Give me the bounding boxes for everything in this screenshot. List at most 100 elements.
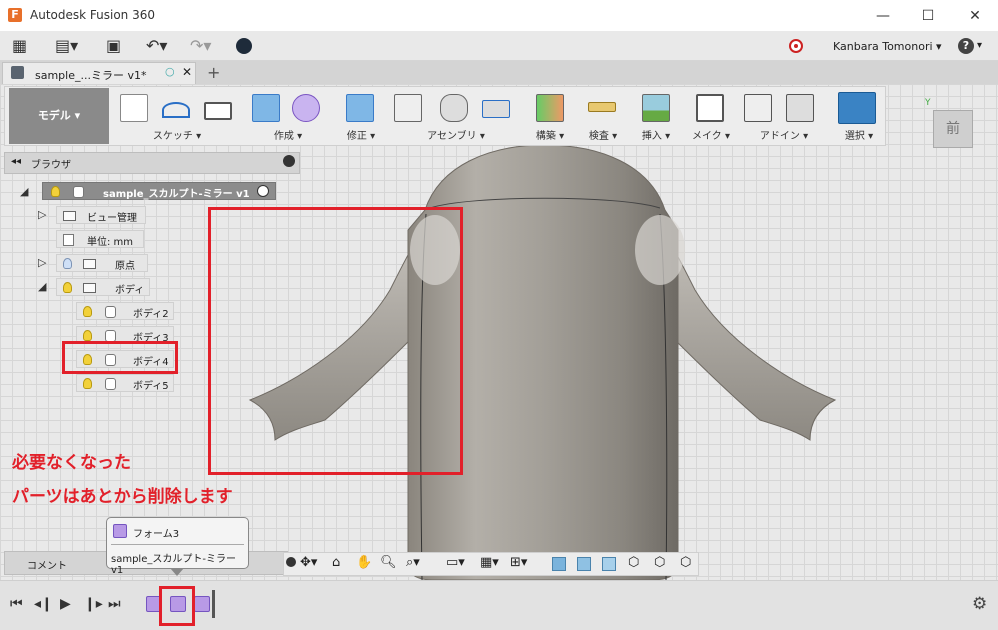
root-expand-icon[interactable]: ◢ (20, 185, 28, 198)
timeline-start-icon[interactable]: ⏮ (10, 596, 23, 612)
app-store-icon[interactable] (786, 94, 814, 122)
assemble-group[interactable]: アセンブリ ▾ (390, 88, 522, 144)
root-component-node[interactable]: sample_スカルプト-ミラー v1 (42, 182, 276, 200)
body-item[interactable]: ボディ5 (76, 374, 174, 392)
as-built-joint-icon[interactable] (482, 100, 510, 118)
add-comment-icon[interactable] (286, 557, 296, 567)
record-icon[interactable] (789, 39, 803, 53)
look-at-icon[interactable]: ⌂ (332, 555, 340, 570)
bodies-label: ボディ (115, 285, 145, 296)
help-dropdown-icon[interactable]: ▾ (977, 40, 982, 51)
bodies-folder-node[interactable]: ボディ (56, 278, 150, 296)
select-group[interactable]: 選択 ▾ (834, 88, 884, 144)
timeline-settings-gear-icon[interactable]: ⚙ (972, 594, 987, 614)
pan-hand-icon[interactable]: ✋ (356, 555, 372, 570)
grid-settings-icon[interactable]: ▦▾ (480, 555, 499, 570)
save-icon[interactable]: ▣ (106, 36, 121, 56)
minimize-button[interactable]: — (868, 6, 898, 26)
collapse-bodies-icon[interactable]: ◢ (38, 280, 46, 293)
units-label: 単位: mm (87, 237, 134, 248)
make-group[interactable]: メイク ▾ (686, 88, 736, 144)
timeline-form-feature-icon[interactable] (194, 596, 210, 612)
help-icon[interactable]: ? (958, 38, 974, 54)
new-tab-button[interactable]: + (207, 63, 220, 82)
window-title: Autodesk Fusion 360 (30, 8, 155, 22)
user-account-menu[interactable]: Kanbara Tomonori ▾ (833, 40, 942, 53)
modify-group[interactable]: 修正 ▾ (338, 88, 384, 144)
cube-outline-icon[interactable]: ⬡ (680, 555, 691, 570)
joint-icon[interactable] (440, 94, 468, 122)
undo-icon[interactable]: ↶▾ (146, 36, 167, 56)
body-item[interactable]: ボディ2 (76, 302, 174, 320)
smooth-display-icon[interactable] (577, 557, 591, 571)
visibility-bulb-off-icon[interactable] (63, 258, 72, 269)
activate-radio-icon[interactable] (257, 185, 269, 197)
cube-wire-icon[interactable]: ⬡ (654, 555, 665, 570)
offset-plane-icon[interactable] (536, 94, 564, 122)
online-status-icon[interactable] (236, 38, 252, 54)
orbit-icon[interactable]: ✥▾ (300, 555, 317, 570)
measure-icon[interactable] (588, 102, 616, 112)
expand-origin-icon[interactable]: ▷ (38, 256, 46, 269)
form-create-icon[interactable] (292, 94, 320, 122)
construct-label: 構築 ▾ (535, 131, 565, 142)
folder-icon (83, 283, 96, 293)
timeline-marker[interactable] (212, 590, 215, 618)
visibility-bulb-icon[interactable] (63, 282, 72, 293)
view-management-node[interactable]: ビュー管理 (56, 206, 146, 224)
fit-zoom-icon[interactable]: ⌕▾ (406, 555, 420, 570)
body-icon (105, 306, 116, 318)
make-label: メイク ▾ (692, 131, 730, 142)
select-label: 選択 ▾ (844, 131, 874, 142)
timeline-next-icon[interactable]: ❙▸ (84, 596, 103, 612)
3d-print-icon[interactable] (696, 94, 724, 122)
browser-minimize-icon[interactable] (283, 155, 295, 167)
document-tab[interactable]: sample_...ミラー v1* ○ ✕ (2, 62, 196, 84)
insert-group[interactable]: 挿入 ▾ (634, 88, 678, 144)
file-menu-icon[interactable]: ▤▾ (55, 36, 78, 56)
maximize-button[interactable]: ☐ (913, 6, 943, 26)
data-panel-grid-icon[interactable]: ▦ (12, 36, 27, 56)
press-pull-icon[interactable] (346, 94, 374, 122)
timeline-play-icon[interactable]: ▶ (60, 596, 71, 612)
construct-group[interactable]: 構築 ▾ (528, 88, 572, 144)
inspect-group[interactable]: 検査 ▾ (580, 88, 626, 144)
collapse-browser-icon[interactable]: ◂◂ (11, 156, 21, 167)
scripts-icon[interactable] (744, 94, 772, 122)
addins-group[interactable]: アドイン ▾ (740, 88, 828, 144)
browser-header[interactable]: ◂◂ ブラウザ (4, 152, 300, 174)
timeline-end-icon[interactable]: ⏭ (108, 596, 121, 612)
isolate-icon[interactable]: ⬡ (628, 555, 639, 570)
units-doc-icon (63, 234, 74, 246)
viewcube[interactable]: 前 (933, 110, 973, 148)
expand-view-icon[interactable]: ▷ (38, 208, 46, 221)
create-sketch-icon[interactable] (120, 94, 148, 122)
box-display-icon[interactable] (552, 557, 566, 571)
viewports-icon[interactable]: ⊞▾ (510, 555, 527, 570)
create-label: 作成 ▾ (273, 131, 303, 142)
redo-icon[interactable]: ↷▾ (190, 36, 211, 56)
origin-node[interactable]: 原点 (56, 254, 148, 272)
workspace-switcher[interactable]: モデル ▾ (9, 88, 109, 144)
visibility-bulb-icon[interactable] (83, 330, 92, 341)
new-component-icon[interactable] (394, 94, 422, 122)
visibility-bulb-icon[interactable] (83, 378, 92, 389)
folder-icon (63, 211, 76, 221)
create-group[interactable]: 作成 ▾ (244, 88, 332, 144)
sketch-group[interactable]: スケッチ ▾ (114, 88, 240, 144)
close-button[interactable]: ✕ (960, 6, 990, 26)
timeline-tooltip: フォーム3 sample_スカルプト-ミラー v1 (106, 517, 249, 576)
close-tab-icon[interactable]: ✕ (182, 65, 192, 79)
visibility-bulb-icon[interactable] (51, 186, 60, 197)
zoom-icon[interactable]: 🔍︎ (380, 555, 397, 570)
timeline-prev-icon[interactable]: ◂❙ (34, 596, 53, 612)
display-settings-icon[interactable]: ▭▾ (446, 555, 465, 570)
control-frame-icon[interactable] (602, 557, 616, 571)
visibility-bulb-icon[interactable] (83, 306, 92, 317)
arc-icon[interactable] (162, 102, 190, 118)
units-node[interactable]: 単位: mm (56, 230, 144, 248)
select-arrow-icon[interactable] (838, 92, 876, 124)
box-icon[interactable] (252, 94, 280, 122)
rectangle-icon[interactable] (204, 102, 232, 120)
canvas-image-icon[interactable] (642, 94, 670, 122)
